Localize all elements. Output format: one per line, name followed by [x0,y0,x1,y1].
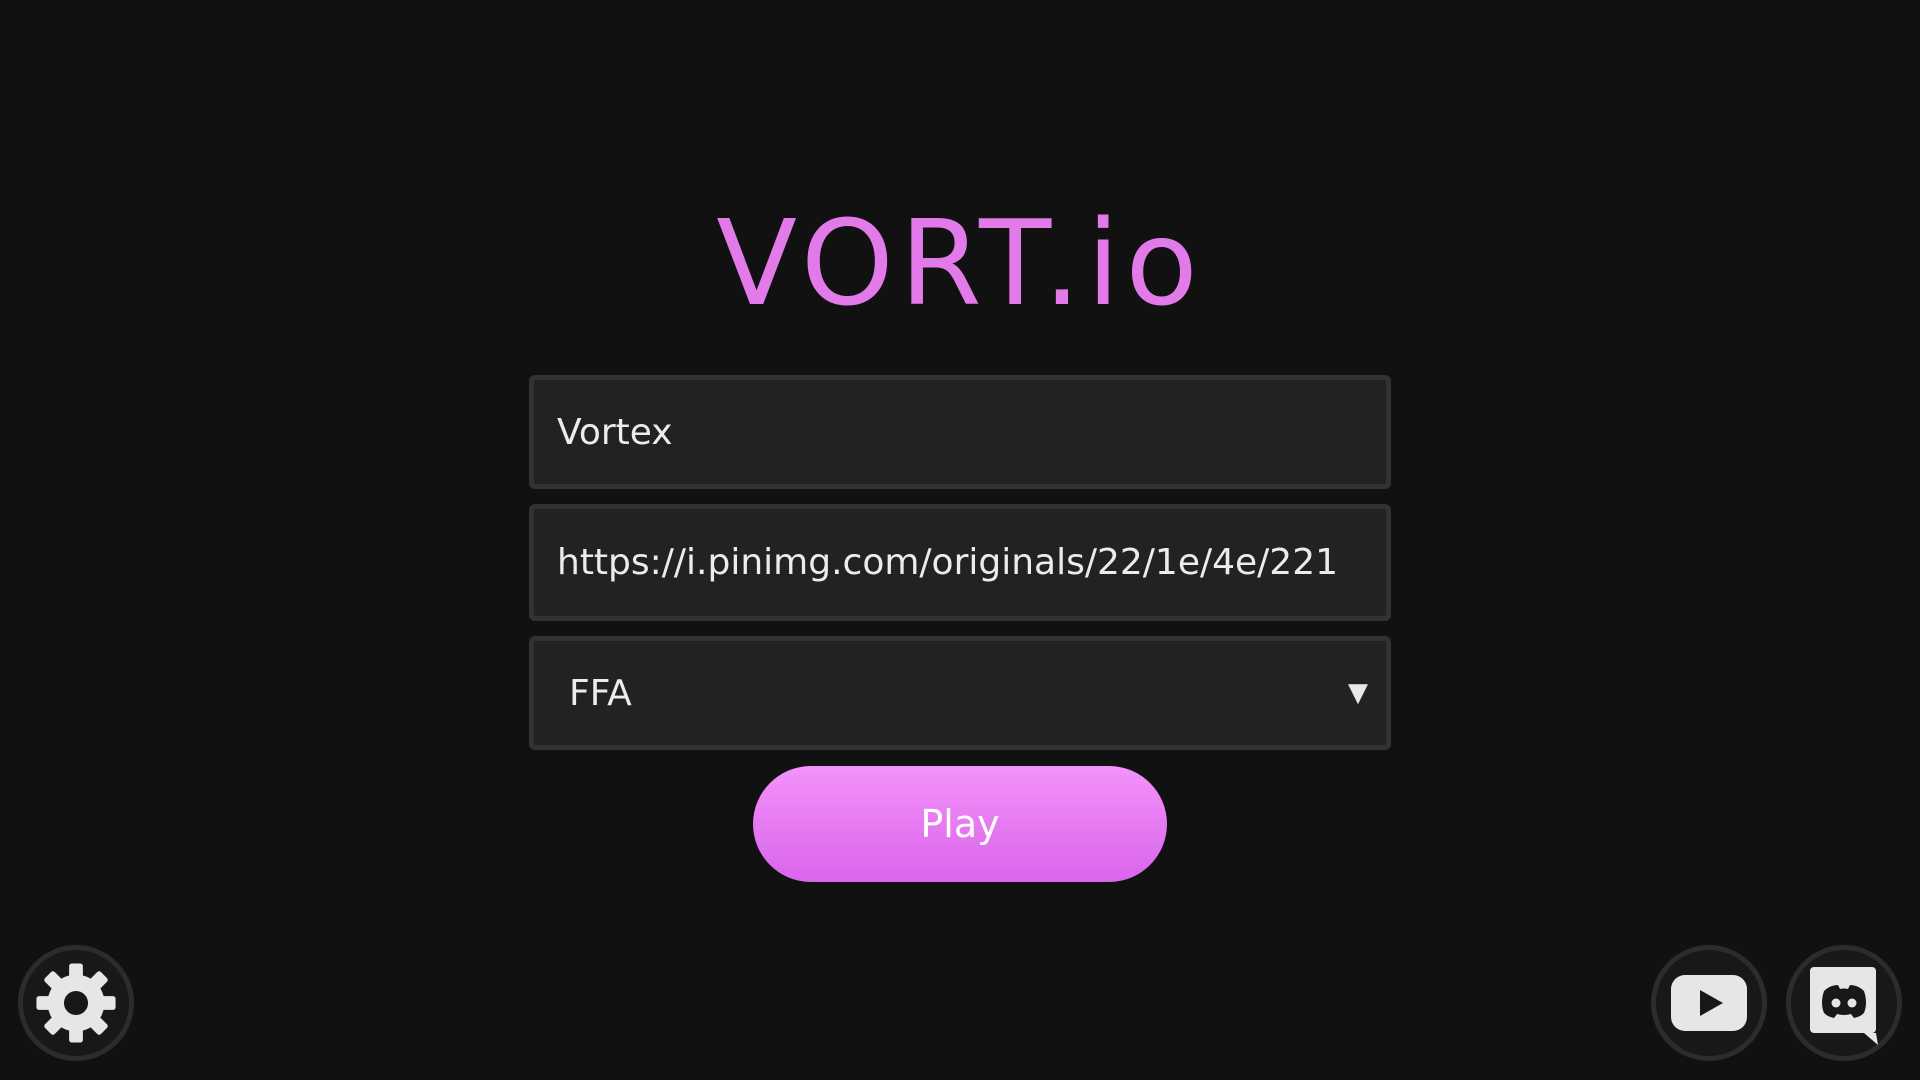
dropdown-arrow-icon: ▼ [1348,678,1368,708]
skin-url-value: https://i.pinimg.com/originals/22/1e/4e/… [557,542,1338,583]
nickname-input[interactable]: Vortex [529,375,1391,489]
skin-url-input[interactable]: https://i.pinimg.com/originals/22/1e/4e/… [529,504,1391,621]
youtube-icon [1669,973,1749,1033]
youtube-button[interactable] [1651,945,1767,1061]
game-mode-value: FFA [569,672,632,714]
gear-icon [33,960,119,1046]
game-title: VORT.io [716,194,1204,332]
game-mode-select[interactable]: FFA ▼ [529,636,1391,750]
main-menu: VORT.io Vortex https://i.pinimg.com/orig… [0,0,1920,1080]
settings-button[interactable] [18,945,134,1061]
play-button[interactable]: Play [753,766,1167,882]
discord-button[interactable] [1786,945,1902,1061]
discord-icon [1802,961,1886,1045]
nickname-value: Vortex [557,411,673,453]
